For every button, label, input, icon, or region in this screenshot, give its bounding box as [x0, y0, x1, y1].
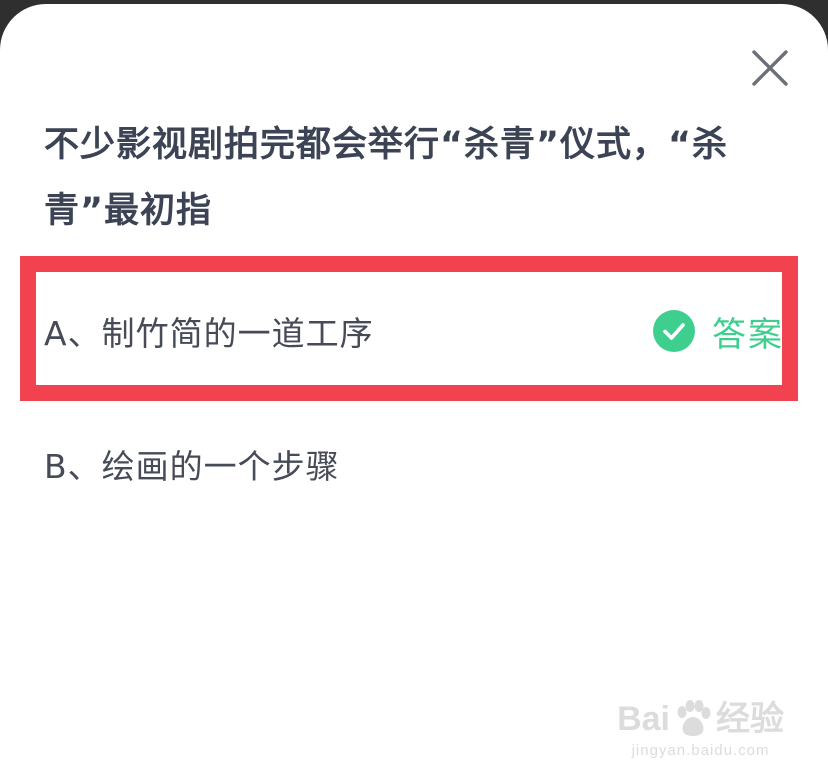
- check-circle-icon: [653, 310, 695, 352]
- option-a[interactable]: A、制竹简的一道工序 答案: [44, 301, 784, 361]
- answer-tag: 答案: [652, 307, 784, 356]
- watermark-brand-left: Bai: [617, 700, 670, 738]
- answer-label: 答案: [712, 314, 784, 355]
- watermark-url: jingyan.baidu.com: [631, 742, 770, 759]
- quiz-modal: 不少影视剧拍完都会举行“杀青”仪式，“杀青”最初指 A、制竹简的一道工序 答案 …: [0, 4, 828, 777]
- close-button[interactable]: [748, 46, 792, 90]
- watermark-brand-right: 经验: [716, 700, 784, 738]
- option-b[interactable]: B、绘画的一个步骤: [44, 434, 784, 494]
- option-a-label: A、制竹简的一道工序: [44, 314, 374, 353]
- option-b-label: B、绘画的一个步骤: [44, 447, 340, 486]
- watermark-logo: Bai 经验: [617, 698, 784, 740]
- close-icon: [752, 50, 788, 86]
- paw-icon: [677, 700, 711, 736]
- question-text: 不少影视剧拍完都会举行“杀青”仪式，“杀青”最初指: [44, 125, 729, 231]
- baidu-jingyan-watermark: Bai 经验 jingyan.baidu.com: [617, 698, 784, 759]
